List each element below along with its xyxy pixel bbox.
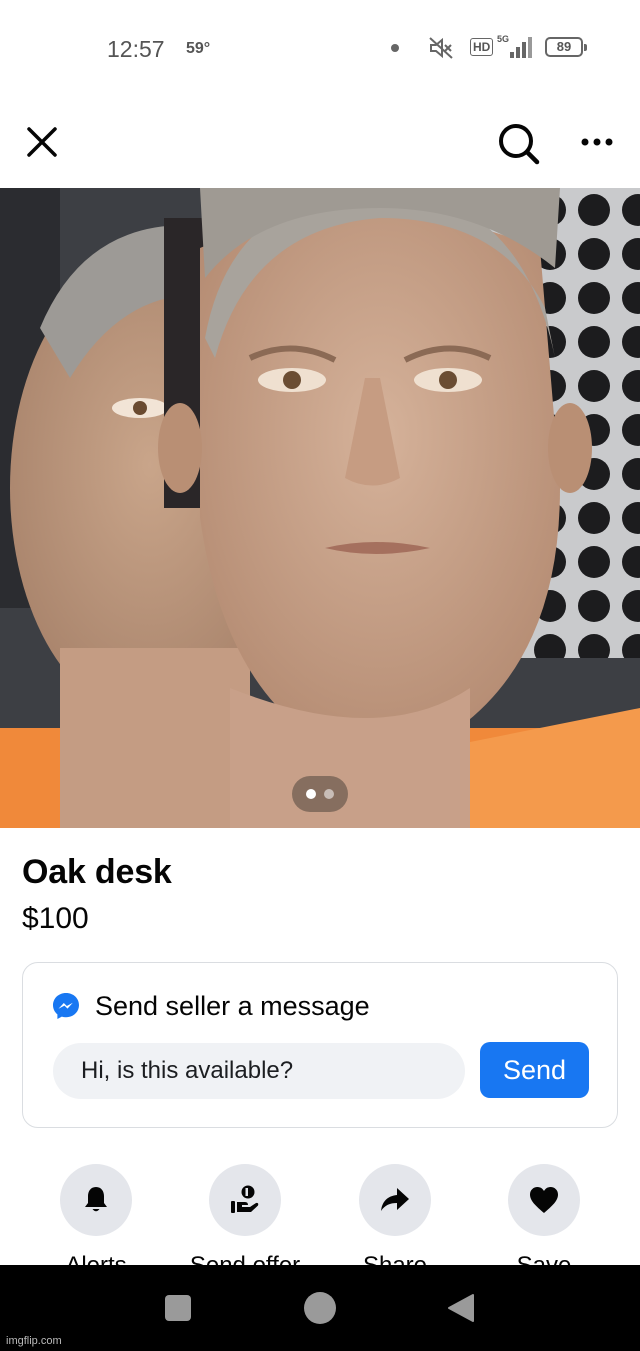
status-bar: 12:57 59° HD 5G 89 — [0, 0, 640, 96]
notification-dot-icon — [391, 44, 399, 52]
pagination-dot[interactable] — [324, 789, 334, 799]
send-button[interactable]: Send — [480, 1042, 589, 1098]
message-input[interactable] — [53, 1043, 465, 1099]
listing-photo[interactable] — [0, 188, 640, 828]
close-icon[interactable] — [22, 122, 62, 162]
system-nav-bar: imgflip.com — [0, 1265, 640, 1351]
listing-price: $100 — [22, 902, 89, 935]
heart-icon — [530, 1187, 558, 1213]
photo-pagination — [292, 776, 348, 812]
signal-icon — [510, 37, 532, 58]
alerts-action[interactable]: Alerts — [21, 1164, 171, 1279]
send-offer-action[interactable]: Send offer — [170, 1164, 320, 1279]
send-offer-button[interactable] — [209, 1164, 281, 1236]
alerts-button[interactable] — [60, 1164, 132, 1236]
hd-badge: HD — [470, 38, 494, 56]
listing-photo-image — [0, 188, 640, 828]
pagination-dot-active[interactable] — [306, 789, 316, 799]
share-button[interactable] — [359, 1164, 431, 1236]
mute-icon — [429, 37, 453, 59]
message-heading: Send seller a message — [95, 991, 370, 1021]
share-icon — [381, 1188, 409, 1211]
back-icon[interactable] — [447, 1293, 475, 1323]
home-icon[interactable] — [304, 1292, 336, 1324]
listing-title: Oak desk — [22, 853, 172, 891]
more-horizontal-icon[interactable] — [574, 124, 620, 160]
messenger-icon — [53, 993, 79, 1019]
message-seller-card: Send seller a message Send — [22, 962, 618, 1128]
search-icon[interactable] — [495, 120, 541, 166]
save-action[interactable]: Save — [469, 1164, 619, 1279]
watermark: imgflip.com — [6, 1335, 62, 1347]
battery-icon: 89 — [545, 37, 587, 57]
offer-icon — [231, 1185, 259, 1213]
top-nav — [0, 96, 640, 188]
status-time: 12:57 — [107, 36, 165, 62]
share-action[interactable]: Share — [320, 1164, 470, 1279]
bell-icon — [85, 1187, 107, 1212]
recent-apps-icon[interactable] — [165, 1295, 191, 1321]
save-button[interactable] — [508, 1164, 580, 1236]
status-temperature: 59° — [186, 40, 211, 57]
